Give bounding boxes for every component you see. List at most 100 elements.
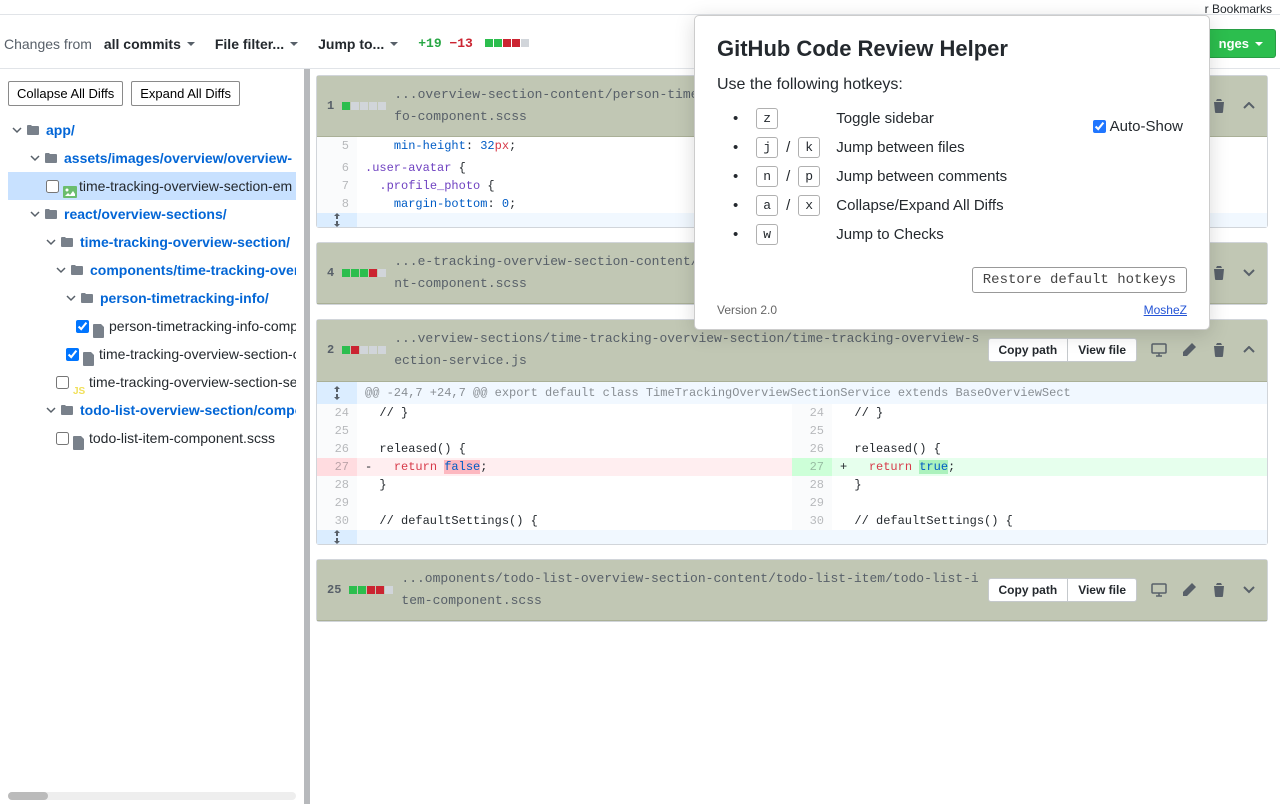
chevron-down-icon: [30, 209, 40, 219]
line-number: 30: [792, 512, 832, 530]
file-path: ...verview-sections/time-tracking-overvi…: [394, 328, 979, 372]
diff-bars: [349, 586, 393, 594]
kbd-key: j: [756, 137, 778, 158]
image-file-icon: [63, 185, 77, 200]
restore-hotkeys-button[interactable]: Restore default hotkeys: [972, 267, 1187, 293]
tree-file[interactable]: JStime-tracking-overview-section-se: [8, 368, 296, 396]
copy-path-button[interactable]: Copy path: [988, 578, 1068, 602]
hotkey-item: n/pJump between comments: [757, 162, 1187, 191]
view-file-button[interactable]: View file: [1067, 578, 1137, 602]
code-line: // defaultSettings() {: [357, 512, 792, 530]
caret-icon: [390, 42, 398, 46]
pencil-icon[interactable]: [1181, 582, 1197, 598]
chevron-down-icon: [46, 405, 56, 415]
expand-icon[interactable]: [317, 213, 357, 227]
diff-bars: [342, 346, 386, 354]
monitor-icon[interactable]: [1151, 582, 1167, 598]
folder-icon: [70, 264, 84, 276]
line-number: 24: [317, 404, 357, 422]
code-line: [832, 422, 1267, 440]
trash-icon[interactable]: [1211, 265, 1227, 281]
change-count: 1: [327, 99, 334, 113]
tree-folder[interactable]: components/time-tracking-over: [8, 256, 296, 284]
file-checkbox[interactable]: [56, 432, 69, 445]
tree-folder[interactable]: todo-list-overview-section/compo: [8, 396, 296, 424]
line-number: 30: [317, 512, 357, 530]
view-file-button[interactable]: View file: [1067, 338, 1137, 362]
scss-file-icon: [73, 437, 85, 452]
bookmark-label: r Bookmarks: [1205, 2, 1272, 16]
pencil-icon[interactable]: [1181, 342, 1197, 358]
collapse-all-button[interactable]: Collapse All Diffs: [8, 81, 123, 106]
code-line: // }: [357, 404, 792, 422]
copy-path-button[interactable]: Copy path: [988, 338, 1068, 362]
chevron-down-icon: [30, 153, 40, 163]
hotkey-item: j/kJump between files: [757, 133, 1187, 162]
line-number: 7: [317, 177, 357, 195]
file-checkbox[interactable]: [66, 348, 79, 361]
expand-icon[interactable]: [317, 382, 357, 404]
changes-from-dropdown[interactable]: Changes from all commits: [4, 36, 195, 52]
line-number: 27: [792, 458, 832, 476]
file-checkbox[interactable]: [56, 376, 69, 389]
tree-file[interactable]: todo-list-item-component.scss: [8, 424, 296, 452]
diff-stats: +19 −13: [418, 36, 528, 51]
trash-icon[interactable]: [1211, 342, 1227, 358]
change-count: 25: [327, 583, 341, 597]
line-number: 26: [317, 440, 357, 458]
file-checkbox[interactable]: [76, 320, 89, 333]
diff-bars: [342, 269, 386, 277]
author-link[interactable]: MosheZ: [1144, 303, 1187, 317]
expand-all-button[interactable]: Expand All Diffs: [131, 81, 240, 106]
review-changes-button[interactable]: nges: [1206, 29, 1276, 58]
sidebar-scrollbar[interactable]: [8, 792, 296, 800]
line-number: 29: [792, 494, 832, 512]
line-number: 5: [317, 137, 357, 155]
file-filter-dropdown[interactable]: File filter...: [215, 36, 298, 52]
line-number: 28: [317, 476, 357, 494]
hotkey-item: wJump to Checks: [757, 220, 1187, 249]
folder-icon: [60, 236, 74, 248]
kbd-key: x: [798, 195, 820, 216]
popup-title: GitHub Code Review Helper: [717, 36, 1187, 62]
tree-folder[interactable]: app/: [8, 116, 296, 144]
chevron-icon[interactable]: [1241, 342, 1257, 358]
line-number: 8: [317, 195, 357, 213]
hotkey-item: a/xCollapse/Expand All Diffs: [757, 191, 1187, 220]
folder-icon: [44, 208, 58, 220]
tree-file[interactable]: person-timetracking-info-comp: [8, 312, 296, 340]
tree-folder[interactable]: time-tracking-overview-section/: [8, 228, 296, 256]
change-count: 2: [327, 343, 334, 357]
chevron-icon[interactable]: [1241, 98, 1257, 114]
file-tree-sidebar: Collapse All Diffs Expand All Diffs app/…: [0, 69, 310, 804]
file-diff-block: 2 ...verview-sections/time-tracking-overv…: [316, 319, 1268, 544]
auto-show-checkbox[interactable]: [1093, 120, 1106, 133]
kbd-key: z: [756, 108, 778, 129]
chevron-icon[interactable]: [1241, 265, 1257, 281]
code-line: // }: [832, 404, 1267, 422]
chevron-icon[interactable]: [1241, 582, 1257, 598]
kbd-key: p: [798, 166, 820, 187]
expand-icon[interactable]: [317, 530, 357, 544]
kbd-key: w: [756, 224, 778, 245]
tree-file[interactable]: time-tracking-overview-section-c: [8, 340, 296, 368]
line-number: 6: [317, 159, 357, 177]
code-line: [832, 494, 1267, 512]
line-number: 26: [792, 440, 832, 458]
tree-folder[interactable]: person-timetracking-info/: [8, 284, 296, 312]
chevron-down-icon: [12, 125, 22, 135]
tree-file[interactable]: time-tracking-overview-section-em: [8, 172, 296, 200]
trash-icon[interactable]: [1211, 582, 1227, 598]
jump-to-dropdown[interactable]: Jump to...: [318, 36, 398, 52]
folder-icon: [60, 404, 74, 416]
file-checkbox[interactable]: [46, 180, 59, 193]
line-number: 27: [317, 458, 357, 476]
code-line: }: [832, 476, 1267, 494]
monitor-icon[interactable]: [1151, 342, 1167, 358]
tree-folder[interactable]: assets/images/overview/overview-: [8, 144, 296, 172]
folder-icon: [26, 124, 40, 136]
code-line-deleted: - return false;: [357, 458, 792, 476]
chevron-down-icon: [56, 265, 66, 275]
tree-folder[interactable]: react/overview-sections/: [8, 200, 296, 228]
trash-icon[interactable]: [1211, 98, 1227, 114]
